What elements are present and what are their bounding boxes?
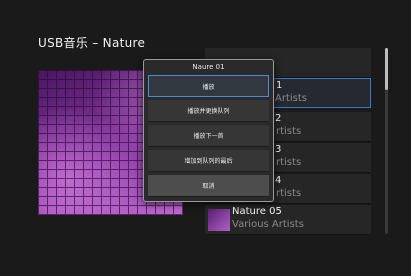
track-title: 4 — [275, 175, 282, 186]
track-title: 1 — [276, 80, 283, 91]
menu-item-add-to-queue-end[interactable]: 增加到队列的最后 — [148, 150, 269, 172]
track-title: Nature 05 — [232, 206, 282, 217]
track-artist: Artists — [275, 93, 307, 104]
menu-item-play[interactable]: 播放 — [148, 75, 269, 97]
scrollbar[interactable] — [385, 48, 388, 234]
track-title: 2 — [275, 113, 282, 124]
context-menu: Naure 01 播放 播放并更换队列 播放下一首 增加到队列的最后 取消 — [143, 59, 274, 202]
menu-item-cancel[interactable]: 取消 — [148, 175, 269, 197]
track-thumbnail — [208, 209, 230, 231]
track-artist: rtists — [276, 188, 302, 199]
usb-music-screen: USB音乐 – Nature 1 Artists 2 rtists 3 rtis… — [0, 0, 411, 276]
track-artist: Various Artists — [232, 219, 304, 230]
track-row[interactable]: Nature 05 Various Artists — [205, 205, 371, 235]
track-artist: rtists — [276, 157, 302, 168]
menu-item-play-next[interactable]: 播放下一首 — [148, 125, 269, 147]
track-title: 3 — [275, 144, 282, 155]
scrollbar-thumb[interactable] — [385, 48, 388, 90]
track-artist: rtists — [276, 126, 302, 137]
menu-title: Naure 01 — [192, 63, 225, 71]
page-title: USB音乐 – Nature — [38, 36, 146, 50]
menu-item-play-replace-queue[interactable]: 播放并更换队列 — [148, 100, 269, 122]
